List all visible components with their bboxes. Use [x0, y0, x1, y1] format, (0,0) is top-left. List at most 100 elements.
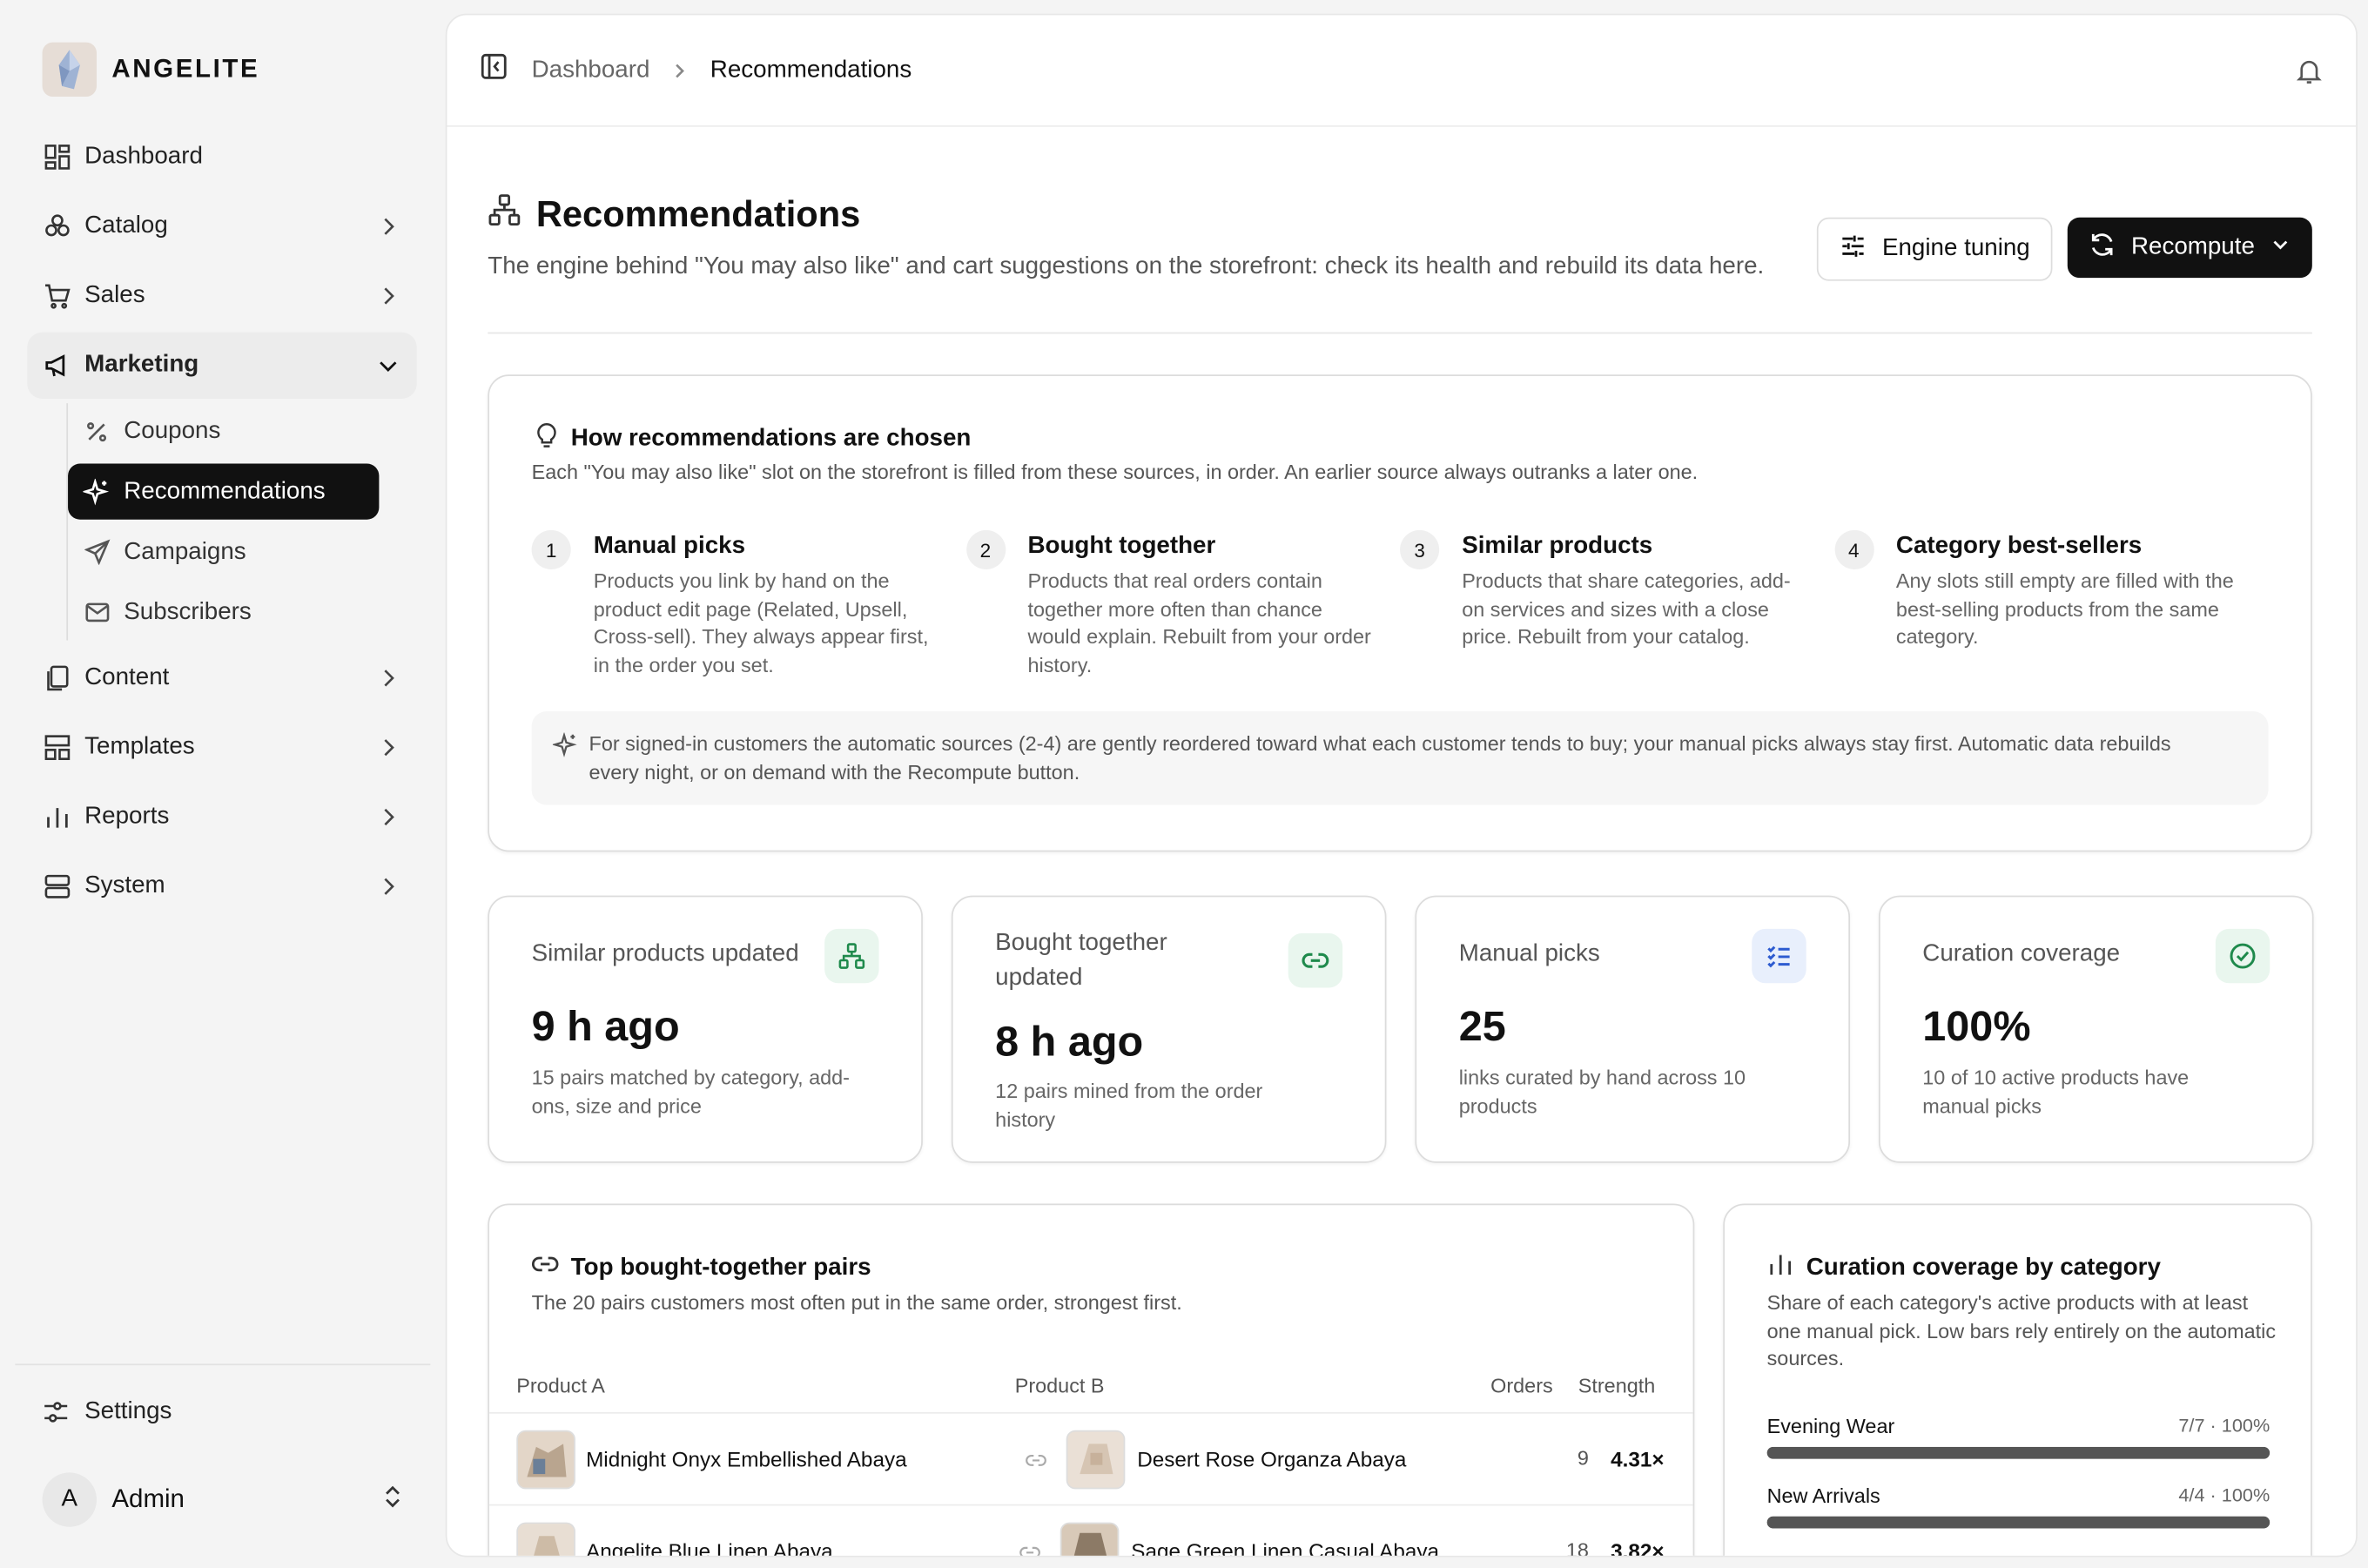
copy-icon	[43, 663, 73, 694]
link-icon	[1288, 933, 1343, 988]
sidebar-item-catalog[interactable]: Catalog	[27, 193, 417, 259]
product-thumbnail	[1060, 1522, 1120, 1556]
layout-icon	[43, 732, 73, 763]
step-title: Similar products	[1462, 533, 1653, 559]
chevrons-up-down-icon	[382, 1484, 403, 1515]
step-manual-picks: 1 Manual picks Products you link by hand…	[531, 529, 966, 680]
stat-sub: 15 pairs matched by category, add-ons, s…	[531, 1066, 850, 1117]
source-steps: 1 Manual picks Products you link by hand…	[531, 529, 2269, 680]
mail-icon	[83, 599, 110, 626]
send-icon	[83, 538, 110, 565]
sidebar-item-coupons[interactable]: Coupons	[68, 403, 379, 459]
megaphone-icon	[43, 350, 73, 380]
product-a-name[interactable]: Midnight Onyx Embellished Abaya	[586, 1447, 907, 1471]
sidebar-item-reports[interactable]: Reports	[27, 784, 417, 850]
strength-value: 3.82×	[1611, 1538, 1665, 1558]
sidebar-item-label: Dashboard	[84, 143, 203, 170]
sparkles-icon	[83, 478, 110, 505]
coverage-bar-fill	[1766, 1516, 2270, 1529]
personalization-note: For signed-in customers the automatic so…	[531, 711, 2269, 805]
stat-value: 100%	[1922, 1002, 2031, 1050]
bell-icon[interactable]	[2296, 57, 2323, 84]
bar-chart-icon	[1767, 1250, 1794, 1285]
table-row[interactable]: Angelite Blue Linen Abaya Sage Green Lin…	[489, 1505, 1693, 1558]
sidebar-toggle-icon[interactable]	[481, 53, 508, 88]
sidebar-item-label: Content	[84, 664, 170, 690]
coverage-row: New Arrivals 4/4 · 100%	[1766, 1484, 2270, 1529]
settings-label: Settings	[84, 1398, 172, 1424]
stat-card-curation-coverage: Curation coverage 100% 10 of 10 active p…	[1878, 895, 2314, 1163]
chevron-right-icon	[378, 284, 402, 308]
chevron-right-icon	[671, 61, 690, 79]
stat-value: 8 h ago	[995, 1018, 1144, 1065]
step-text: Products that share categories, add-on s…	[1462, 569, 1791, 649]
column-product-a[interactable]: Product A	[516, 1375, 605, 1397]
column-strength[interactable]: Strength	[1578, 1375, 1656, 1397]
step-text: Products you link by hand on the product…	[593, 569, 929, 676]
step-similar-products: 3 Similar products Products that share c…	[1400, 529, 1834, 680]
step-title: Category best-sellers	[1895, 533, 2143, 559]
stat-value: 25	[1458, 1002, 1506, 1050]
strength-value: 4.31×	[1611, 1446, 1665, 1471]
stat-label: Manual picks	[1458, 940, 1600, 967]
column-product-b[interactable]: Product B	[1015, 1375, 1105, 1397]
step-number: 4	[1833, 529, 1874, 569]
product-a-name[interactable]: Angelite Blue Linen Abaya	[586, 1539, 833, 1556]
sidebar-item-dashboard[interactable]: Dashboard	[27, 124, 417, 190]
sidebar-item-subscribers[interactable]: Subscribers	[68, 584, 379, 640]
recompute-label: Recompute	[2130, 233, 2255, 260]
sidebar-item-templates[interactable]: Templates	[27, 715, 417, 781]
step-title: Bought together	[1027, 533, 1216, 559]
product-b-name[interactable]: Desert Rose Organza Abaya	[1137, 1447, 1406, 1471]
stat-label: Curation coverage	[1922, 940, 2121, 967]
avatar: A	[42, 1472, 98, 1527]
sidebar-item-label: Campaigns	[124, 538, 246, 564]
sidebar: ANGELITE Dashboard Catalog Sales Marketi…	[0, 0, 444, 1568]
brand[interactable]: ANGELITE	[42, 42, 260, 98]
topbar: Dashboard Recommendations	[447, 15, 2357, 127]
stat-sub: 12 pairs mined from the order history	[995, 1080, 1263, 1131]
chevron-right-icon	[378, 666, 402, 690]
step-number: 1	[531, 529, 571, 569]
step-title: Manual picks	[593, 533, 746, 559]
user-menu[interactable]: A Admin	[15, 1470, 430, 1530]
pairs-subtitle: The 20 pairs customers most often put in…	[531, 1291, 1182, 1315]
stat-card-bought-together: Bought together updated 8 h ago 12 pairs…	[951, 895, 1387, 1163]
sidebar-item-label: Subscribers	[124, 598, 252, 625]
sidebar-item-system[interactable]: System	[27, 853, 417, 919]
user-name: Admin	[111, 1484, 185, 1514]
sidebar-item-campaigns[interactable]: Campaigns	[68, 524, 379, 580]
sidebar-item-sales[interactable]: Sales	[27, 263, 417, 329]
sidebar-item-content[interactable]: Content	[27, 645, 417, 711]
server-icon	[43, 871, 73, 902]
column-orders[interactable]: Orders	[1490, 1375, 1553, 1397]
sidebar-item-recommendations[interactable]: Recommendations	[68, 463, 380, 520]
check-circle-icon	[2215, 928, 2270, 984]
product-b-name[interactable]: Sage Green Linen Casual Abaya	[1131, 1539, 1439, 1556]
engine-tuning-button[interactable]: Engine tuning	[1817, 217, 2053, 281]
lightbulb-icon	[535, 421, 559, 456]
how-recommendations-card: How recommendations are chosen Each "You…	[488, 374, 2312, 852]
sliders-icon	[1840, 232, 1867, 266]
chevron-right-icon	[378, 874, 402, 898]
orders-count: 9	[1577, 1446, 1589, 1470]
stat-label: Similar products updated	[531, 940, 799, 967]
how-title-text: How recommendations are chosen	[570, 425, 972, 451]
how-title: How recommendations are chosen	[535, 421, 971, 456]
step-text: Any slots still empty are filled with th…	[1895, 569, 2234, 649]
marketing-submenu: Coupons Recommendations Campaigns Subscr…	[66, 403, 416, 641]
breadcrumb-parent[interactable]: Dashboard	[532, 57, 650, 84]
sidebar-item-label: Coupons	[124, 417, 221, 444]
table-row[interactable]: Midnight Onyx Embellished Abaya Desert R…	[489, 1414, 1693, 1506]
orders-count: 18	[1565, 1538, 1589, 1558]
brand-logo	[42, 42, 98, 98]
pairs-title-text: Top bought-together pairs	[570, 1254, 871, 1281]
pairs-title: Top bought-together pairs	[531, 1250, 871, 1285]
product-thumbnail	[1066, 1430, 1126, 1490]
sidebar-item-marketing[interactable]: Marketing	[27, 332, 417, 399]
sidebar-item-settings[interactable]: Settings	[15, 1382, 430, 1442]
sidebar-item-label: Recommendations	[124, 478, 326, 504]
stat-label: Bought together updated	[995, 930, 1167, 991]
recompute-button[interactable]: Recompute	[2068, 217, 2312, 279]
step-text: Products that real orders contain togeth…	[1027, 569, 1371, 676]
